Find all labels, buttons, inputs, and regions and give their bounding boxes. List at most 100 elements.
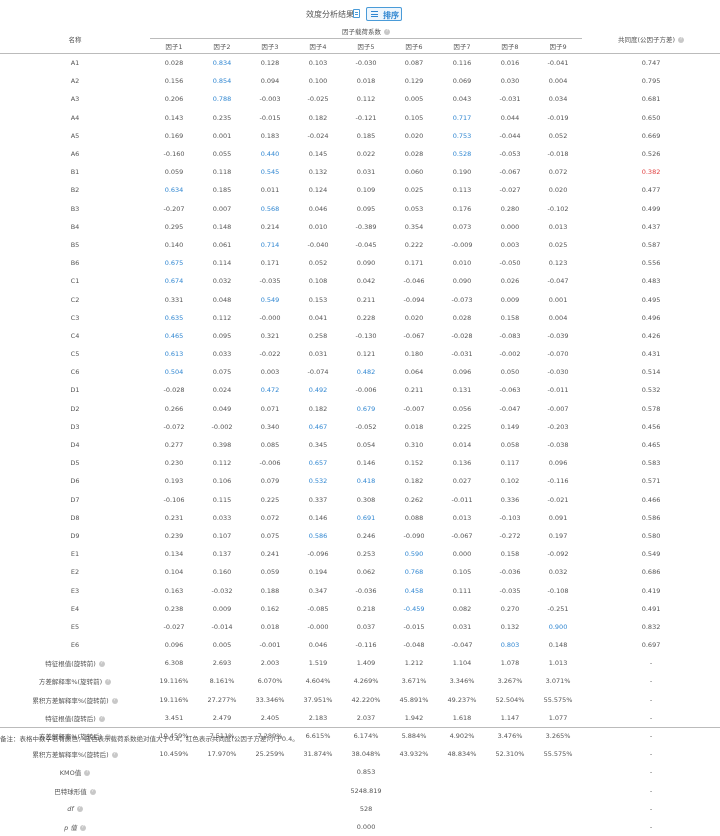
loading-value: 0.072: [548, 168, 568, 177]
stat-value: 6.070%: [257, 677, 283, 686]
communality-value: 0.580: [641, 531, 661, 540]
factor-column-header: 因子1: [150, 38, 198, 54]
loading-value: 0.022: [356, 150, 376, 159]
stat-value: 43.932%: [399, 750, 429, 759]
loading-value: 0.060: [404, 168, 424, 177]
stat-value: 3.451: [164, 713, 184, 722]
loading-value: -0.015: [259, 113, 281, 122]
communality-value: 0.832: [641, 622, 661, 631]
loading-value: 0.211: [356, 295, 376, 304]
stat-communality: -: [649, 677, 653, 686]
loading-value: 0.185: [212, 186, 232, 195]
loading-value: 0.033: [212, 350, 232, 359]
loading-value: 0.465: [164, 331, 184, 340]
table-row: A2 0.156 0.854 0.094 0.100 0.018 0.129 0.069 0.0…: [0, 72, 720, 90]
stat-value: 1.409: [356, 659, 376, 668]
loading-value: 0.188: [260, 586, 280, 595]
communality-value: 0.795: [641, 77, 661, 86]
loading-value: 0.016: [500, 59, 520, 68]
help-icon[interactable]: ?: [89, 788, 96, 795]
stat-value: 4.604%: [305, 677, 331, 686]
table-row: D9 0.239 0.107 0.075 0.586 0.246 -0.090 -0.067 -…: [0, 527, 720, 545]
table-row: B2 0.634 0.185 0.011 0.124 0.109 0.025 0.113 -0.…: [0, 181, 720, 199]
communality-value: 0.426: [641, 331, 661, 340]
item-name: D5: [70, 459, 80, 468]
stat-value: 19.116%: [159, 695, 189, 704]
loading-value: -0.006: [259, 459, 281, 468]
loading-value: -0.036: [355, 586, 377, 595]
help-icon[interactable]: ?: [111, 752, 118, 759]
loading-value: 0.137: [212, 550, 232, 559]
loading-value: 0.492: [308, 386, 328, 395]
table-row: E1 0.134 0.137 0.241 -0.096 0.253 0.590 0.000 0.…: [0, 545, 720, 563]
loading-value: -0.011: [547, 386, 569, 395]
help-icon[interactable]: ?: [76, 805, 83, 812]
loading-value: -0.094: [403, 295, 425, 304]
loading-value: 0.253: [356, 550, 376, 559]
loading-value: 0.071: [260, 404, 280, 413]
table-row: A5 0.169 0.001 0.183 -0.024 0.185 0.020 0.753 -0…: [0, 127, 720, 145]
loading-value: 0.788: [212, 95, 232, 104]
stat-label-text: 特征根值(旋转前): [45, 660, 96, 669]
sort-button[interactable]: 排序: [366, 7, 402, 21]
help-icon[interactable]: ?: [98, 661, 105, 668]
loading-value: -0.000: [259, 313, 281, 322]
loading-value: 0.545: [260, 168, 280, 177]
loading-value: 0.028: [164, 59, 184, 68]
loading-value: 0.090: [452, 277, 472, 286]
table-row: D7 -0.106 0.115 0.225 0.337 0.308 0.262 -0.011 0…: [0, 491, 720, 509]
help-icon[interactable]: ?: [384, 29, 391, 35]
test-value: 0.853: [356, 768, 376, 777]
communality-value: 0.556: [641, 259, 661, 268]
item-name: E5: [70, 622, 80, 631]
loading-value: -0.041: [547, 59, 569, 68]
loading-value: 0.108: [308, 277, 328, 286]
loading-value: 0.691: [356, 513, 376, 522]
document-icon[interactable]: [353, 9, 360, 18]
loading-value: 0.087: [404, 59, 424, 68]
help-icon[interactable]: ?: [98, 715, 105, 722]
loading-value: 0.277: [164, 441, 184, 450]
help-icon[interactable]: ?: [84, 770, 91, 777]
toolbar: 效度分析结果 排序: [0, 0, 720, 26]
loading-value: -0.389: [355, 222, 377, 231]
help-icon[interactable]: ?: [678, 36, 685, 43]
loading-value: -0.006: [355, 386, 377, 395]
stat-value: 4.902%: [449, 732, 475, 741]
stat-row: 累积方差解释率%(旋转前)? 19.116% 27.277% 33.346% 37.95…: [0, 691, 720, 709]
loading-value: 0.590: [404, 550, 424, 559]
stat-value: 6.308: [164, 659, 184, 668]
loading-value: 0.007: [212, 204, 232, 213]
help-icon[interactable]: ?: [79, 824, 86, 831]
loading-value: -0.044: [499, 131, 521, 140]
loading-value: -0.040: [307, 240, 329, 249]
table-row: C5 0.613 0.033 -0.022 0.031 0.121 0.180 -0.031 -…: [0, 345, 720, 363]
stat-label-text: 特征根值(旋转后): [45, 714, 96, 723]
loading-value: 0.053: [404, 204, 424, 213]
loading-value: -0.035: [499, 586, 521, 595]
loading-value: 0.568: [260, 204, 280, 213]
help-icon[interactable]: ?: [105, 679, 112, 686]
loading-value: 0.043: [452, 95, 472, 104]
loading-value: -0.106: [163, 495, 185, 504]
item-name: E4: [70, 604, 80, 613]
loading-value: 0.046: [308, 641, 328, 650]
loading-value: 0.336: [500, 495, 520, 504]
loading-value: 0.116: [452, 59, 472, 68]
loading-value: 0.103: [308, 59, 328, 68]
table-row: A4 0.143 0.235 -0.015 0.182 -0.121 0.105 0.717 0…: [0, 109, 720, 127]
test-row: 巴特球形值? 5248.819 -: [0, 782, 720, 800]
loading-value: -0.047: [499, 404, 521, 413]
table-row: E4 0.238 0.009 0.162 -0.085 0.218 -0.459 0.082 0…: [0, 600, 720, 618]
loading-value: -0.022: [259, 350, 281, 359]
table-row: D1 -0.028 0.024 0.472 0.492 -0.006 0.211 0.131 -…: [0, 381, 720, 399]
loading-value: 0.096: [164, 641, 184, 650]
loading-value: 0.753: [452, 131, 472, 140]
loading-value: 0.146: [356, 459, 376, 468]
loading-value: 0.050: [500, 368, 520, 377]
loading-value: -0.116: [547, 477, 569, 486]
loading-value: -0.014: [211, 622, 233, 631]
loading-value: 0.231: [164, 513, 184, 522]
help-icon[interactable]: ?: [111, 697, 118, 704]
stat-label-text: 累积方差解释率%(旋转后): [32, 751, 109, 760]
